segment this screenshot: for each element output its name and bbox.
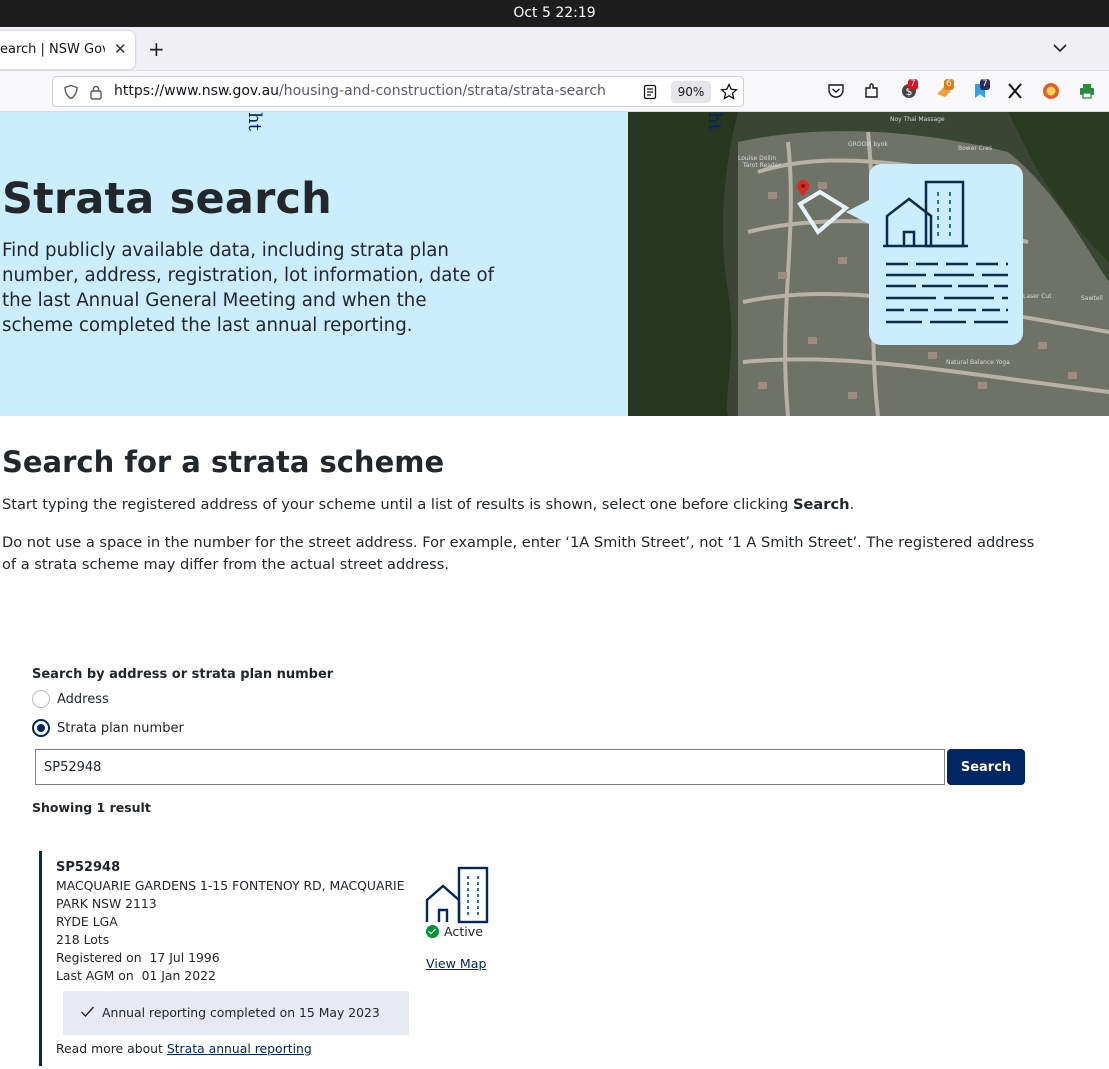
svg-text:Bower Cres: Bower Cres [958,145,992,152]
radio-strata-plan-number[interactable]: Strata plan number [32,719,184,737]
radio-address[interactable]: Address [32,690,109,708]
printer-icon[interactable] [1078,82,1096,100]
svg-text:GROOM byok: GROOM byok [848,141,888,148]
search-button[interactable]: Search [947,749,1025,785]
svg-text:Louise Dollin: Louise Dollin [738,155,776,162]
section-heading: Search for a strata scheme [2,445,445,479]
annual-reporting-text: Annual reporting completed on 15 May 202… [102,1005,380,1020]
svg-text:Natural Balance Yoga: Natural Balance Yoga [946,359,1010,366]
hero-decorative-text: ht [704,112,725,131]
result-last-agm: Last AGM on 01 Jan 2022 [56,968,216,983]
annual-reporting-notice: Annual reporting completed on 15 May 202… [63,991,409,1035]
result-address-line2: PARK NSW 2113 [56,896,157,911]
url-text: https://www.nsw.gov.au/housing-and-const… [114,83,606,99]
result-accent-bar [39,851,42,1066]
tab-title: earch | NSW Gove [0,42,105,57]
search-by-label: Search by address or strata plan number [32,667,334,682]
radio-button[interactable] [32,690,50,708]
hero-decorative-text: ht [244,112,265,131]
tab-strip: earch | NSW Gove ✕ [0,27,1109,71]
url-bar[interactable]: https://www.nsw.gov.au/housing-and-const… [52,76,744,107]
search-instructions: Start typing the registered address of y… [2,496,855,513]
status-badge: Active [426,924,483,939]
status-label: Active [444,924,483,939]
pocket-icon[interactable] [827,82,845,100]
chevron-down-icon[interactable] [1050,38,1070,58]
x-icon[interactable] [1006,82,1024,100]
result-lga: RYDE LGA [56,914,118,929]
extension-badge: 7 [980,79,990,90]
clock[interactable]: Oct 5 22:19 [513,5,595,21]
new-tab-button[interactable]: + [148,36,165,62]
check-circle-icon [426,925,439,938]
svg-text:Tarot Reader: Tarot Reader [742,162,781,169]
result-address: MACQUARIE GARDENS 1-15 FONTENOY RD, MACQ… [56,878,405,893]
extension-badge: 7 [908,79,918,90]
strata-annual-reporting-link[interactable]: Strata annual reporting [167,1041,312,1056]
svg-text:Laser Cut: Laser Cut [1023,293,1052,300]
extension-badge: 6 [944,79,954,90]
hero-map-image: Noy Thai Massage GROOM byok Bower Cres L… [628,112,1109,416]
radio-button[interactable] [32,719,50,737]
svg-text:Noy Thai Massage: Noy Thai Massage [890,116,945,123]
close-icon[interactable]: ✕ [114,40,127,58]
result-lots: 218 Lots [56,932,110,947]
result-plan-number: SP52948 [56,860,121,875]
address-note: Do not use a space in the number for the… [2,534,1035,573]
radio-label: Strata plan number [57,720,184,736]
aerial-map: Noy Thai Massage GROOM byok Bower Cres L… [628,112,1109,416]
lock-icon[interactable] [89,84,103,100]
hero-banner: ht Strata search Find publicly available… [0,112,628,416]
bookmark-star-icon[interactable] [720,83,738,101]
duckduckgo-icon[interactable] [1042,82,1060,100]
radio-label: Address [57,691,109,707]
browser-tab[interactable]: earch | NSW Gove ✕ [0,31,135,69]
svg-text:Sawtell: Sawtell [1081,295,1103,302]
building-icon [425,866,489,924]
page-title: Strata search [2,174,332,224]
search-input[interactable] [35,749,945,785]
results-count: Showing 1 result [32,800,151,815]
read-more: Read more about Strata annual reporting [56,1041,312,1056]
checkmark-icon [81,1006,95,1018]
reader-view-icon[interactable] [642,84,658,100]
os-top-bar: Oct 5 22:19 [0,0,1109,27]
hero-description: Find publicly available data, including … [2,240,495,336]
result-registered: Registered on 17 Jul 1996 [56,950,220,965]
zoom-indicator[interactable]: 90% [671,81,711,103]
view-map-link[interactable]: View Map [426,956,486,971]
extensions-icon[interactable] [863,82,881,100]
shield-icon[interactable] [63,84,79,100]
